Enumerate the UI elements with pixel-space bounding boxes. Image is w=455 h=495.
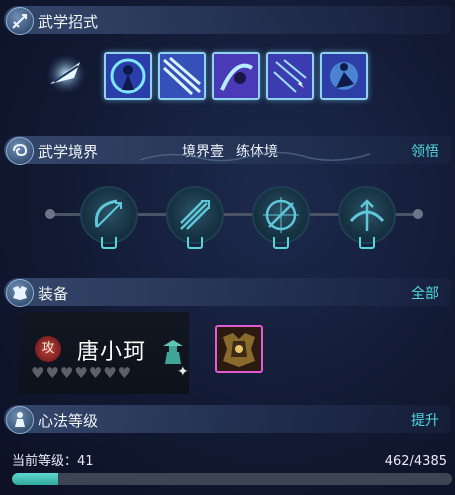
lunge-strike-icon[interactable] (320, 52, 368, 100)
equipped-item-slot[interactable] (215, 325, 263, 373)
multi-arrow-icon[interactable] (166, 186, 224, 244)
armor-icon (6, 279, 34, 307)
equipment-section-header: 装备 全部 (4, 278, 451, 307)
experience-progress-fill (12, 473, 59, 485)
compass-arrow-icon[interactable] (252, 186, 310, 244)
swirl-icon (6, 137, 34, 165)
track-start-dot (45, 209, 55, 219)
bow-arrow-icon[interactable] (80, 186, 138, 244)
mind-art-title: 心法等级 (38, 412, 99, 430)
experience-progress-bar (12, 473, 452, 485)
equipment-title: 装备 (38, 285, 69, 303)
attack-badge: 攻 (35, 336, 61, 362)
current-level: 当前等级：41 (12, 454, 94, 469)
comprehend-button[interactable]: 领悟 (411, 141, 439, 161)
gem-slot[interactable] (187, 237, 203, 249)
realm-title: 武学境界 (38, 143, 99, 161)
skills-section-header: 武学招式 (4, 6, 451, 35)
cloud-ornament-icon (139, 151, 371, 162)
experience-value: 462/4385 (384, 454, 447, 469)
golden-armor-icon (217, 327, 261, 371)
character-card[interactable]: 攻 唐小珂 ♥♥♥♥♥♥♥ ✦ (19, 312, 189, 394)
dancer-slash-icon[interactable] (104, 52, 152, 100)
triple-blade-icon[interactable] (158, 52, 206, 100)
sword-slash-icon (6, 7, 34, 35)
meditating-figure-icon (6, 406, 34, 434)
cat-paw-icon: ✦ (177, 364, 189, 380)
upgrade-button[interactable]: 提升 (411, 410, 439, 430)
arrow-rain-icon[interactable] (266, 52, 314, 100)
affinity-hearts: ♥♥♥♥♥♥♥ (31, 364, 133, 382)
mind-art-section-header: 心法等级 提升 (4, 405, 451, 434)
view-all-button[interactable]: 全部 (411, 283, 439, 303)
gem-slot[interactable] (101, 237, 117, 249)
spin-kick-icon[interactable] (212, 52, 260, 100)
gem-slot[interactable] (359, 237, 375, 249)
gem-slot[interactable] (273, 237, 289, 249)
track-end-dot (413, 209, 423, 219)
skills-title: 武学招式 (38, 13, 99, 31)
straw-hat-figure-icon (163, 340, 183, 364)
character-name: 唐小珂 (77, 340, 147, 365)
aim-arrow-icon[interactable] (338, 186, 396, 244)
feather-dart-icon[interactable] (44, 52, 88, 96)
